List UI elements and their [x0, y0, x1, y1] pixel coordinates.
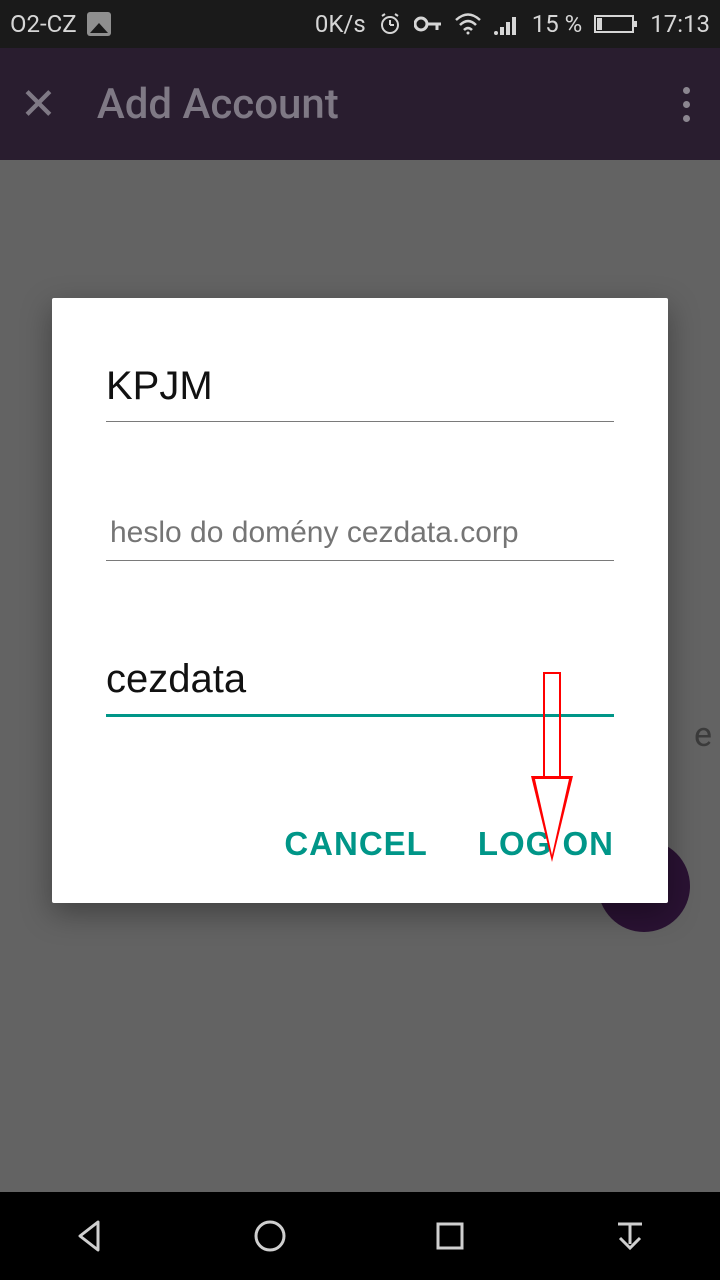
- status-bar: O2-CZ 0K/s 15 % 17:13: [0, 0, 720, 48]
- key-icon: [414, 14, 442, 34]
- back-icon[interactable]: [68, 1214, 112, 1258]
- cancel-button[interactable]: CANCEL: [284, 825, 428, 863]
- clock: 17:13: [650, 10, 710, 38]
- picture-icon: [87, 12, 111, 36]
- username-field-wrapper: [106, 346, 614, 422]
- logon-button[interactable]: LOG ON: [478, 825, 614, 863]
- status-right: 0K/s 15 % 17:13: [315, 10, 710, 38]
- home-icon[interactable]: [248, 1214, 292, 1258]
- login-dialog: CANCEL LOG ON: [52, 298, 668, 903]
- alarm-icon: [378, 12, 402, 36]
- network-speed: 0K/s: [315, 10, 366, 38]
- wifi-icon: [454, 13, 482, 35]
- password-field-wrapper: [106, 500, 614, 561]
- recent-apps-icon[interactable]: [428, 1214, 472, 1258]
- signal-icon: [494, 13, 520, 35]
- domain-input[interactable]: [106, 639, 614, 717]
- username-input[interactable]: [106, 346, 614, 422]
- carrier-label: O2-CZ: [10, 10, 77, 38]
- status-left: O2-CZ: [10, 10, 111, 38]
- battery-icon: [594, 13, 638, 35]
- downloads-icon[interactable]: [608, 1214, 652, 1258]
- password-input[interactable]: [106, 500, 614, 561]
- dialog-actions: CANCEL LOG ON: [106, 795, 614, 873]
- navigation-bar: [0, 1192, 720, 1280]
- battery-percent: 15 %: [532, 10, 583, 38]
- domain-field-wrapper: [106, 639, 614, 717]
